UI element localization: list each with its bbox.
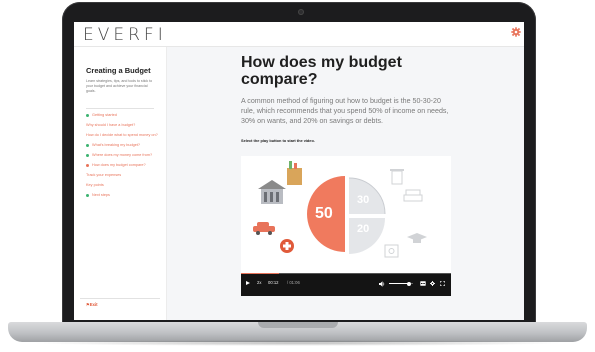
nav-item-why-budget[interactable]: Why should I have a budget? [86, 123, 162, 128]
nav-item-label: How does my budget compare? [92, 162, 146, 167]
lesson-nav: Getting started Why should I have a budg… [86, 113, 162, 203]
nav-item-key-points[interactable]: Key points [86, 183, 162, 188]
grocery-bag-icon [287, 161, 302, 185]
medical-cross-icon [280, 239, 294, 253]
nav-item-label: Why should I have a budget? [86, 122, 136, 127]
nav-item-breaking-budget[interactable]: What's breaking my budget? [86, 143, 162, 148]
duration: / 01:06 [287, 280, 300, 285]
pie-label-wants: 30 [357, 194, 370, 206]
exit-label: Exit [89, 302, 98, 307]
nav-item-label: How do I decide what to spend money on? [86, 132, 158, 137]
pie-label-savings: 20 [357, 223, 370, 235]
nav-item-budget-compare[interactable]: How does my budget compare? [86, 163, 162, 168]
safe-icon [384, 244, 399, 258]
video-frame[interactable] [241, 156, 451, 273]
lesson-content: How does my budget compare? A common met… [167, 47, 524, 320]
laptop-hinge-notch [258, 322, 338, 328]
video-instruction: Select the play button to start the vide… [241, 138, 315, 143]
complete-dot-icon [86, 143, 89, 147]
play-icon[interactable] [246, 281, 250, 285]
nav-item-track-expenses[interactable]: Track your expenses [86, 173, 162, 178]
complete-dot-icon [86, 193, 89, 197]
screen: EVERFI Creating a Budget Learn strategie… [74, 22, 524, 320]
nav-item-next-steps[interactable]: Next steps [86, 193, 162, 198]
nav-item-getting-started[interactable]: Getting started [86, 113, 162, 118]
volume-icon[interactable] [379, 280, 385, 287]
nav-item-label: Where does my money come from? [92, 152, 153, 157]
everfi-logo[interactable]: EVERFI [83, 25, 167, 45]
settings-icon[interactable] [430, 280, 435, 286]
nav-item-decide-spending[interactable]: How do I decide what to spend money on? [86, 133, 162, 138]
nav-item-label: Key points [86, 182, 104, 187]
exit-button[interactable]: ⚑Exit [86, 302, 98, 307]
nav-item-label: Track your expenses [86, 172, 122, 177]
page-title: How does my budget compare? [241, 54, 402, 88]
current-dot-icon [86, 163, 89, 167]
speed-button[interactable]: 2x [257, 280, 261, 285]
graduation-cap-icon [407, 233, 427, 243]
laptop-shadow [30, 340, 565, 346]
course-title: Creating a Budget [86, 66, 151, 75]
video-player[interactable]: 50 30 20 2x 00:12 / 01:06 [241, 156, 451, 296]
webcam [298, 9, 304, 15]
current-time: 00:12 [268, 280, 279, 285]
pie-label-needs: 50 [315, 205, 333, 222]
divider [80, 298, 160, 299]
car-icon [253, 222, 275, 235]
complete-dot-icon [86, 153, 89, 157]
complete-dot-icon [86, 114, 89, 117]
lesson-paragraph: A common method of figuring out how to b… [241, 97, 449, 125]
course-sidebar: Creating a Budget Learn strategies, tips… [74, 47, 167, 320]
top-bar: EVERFI [74, 22, 524, 47]
fullscreen-icon[interactable] [440, 280, 445, 286]
nav-item-label: What's breaking my budget? [92, 142, 141, 147]
divider [86, 108, 154, 109]
sofa-icon [403, 189, 423, 202]
laptop-mockup: EVERFI Creating a Budget Learn strategie… [0, 0, 595, 352]
nav-item-label: Next steps [92, 192, 110, 197]
nav-item-money-source[interactable]: Where does my money come from? [86, 153, 162, 158]
course-description: Learn strategies, tips, and tools to sti… [86, 79, 153, 93]
gear-icon[interactable] [511, 27, 521, 37]
volume-slider-handle[interactable] [407, 281, 412, 286]
trash-can-icon [390, 169, 404, 185]
house-icon [258, 180, 286, 204]
nav-item-label: Getting started [92, 113, 117, 117]
captions-icon[interactable] [420, 280, 426, 286]
